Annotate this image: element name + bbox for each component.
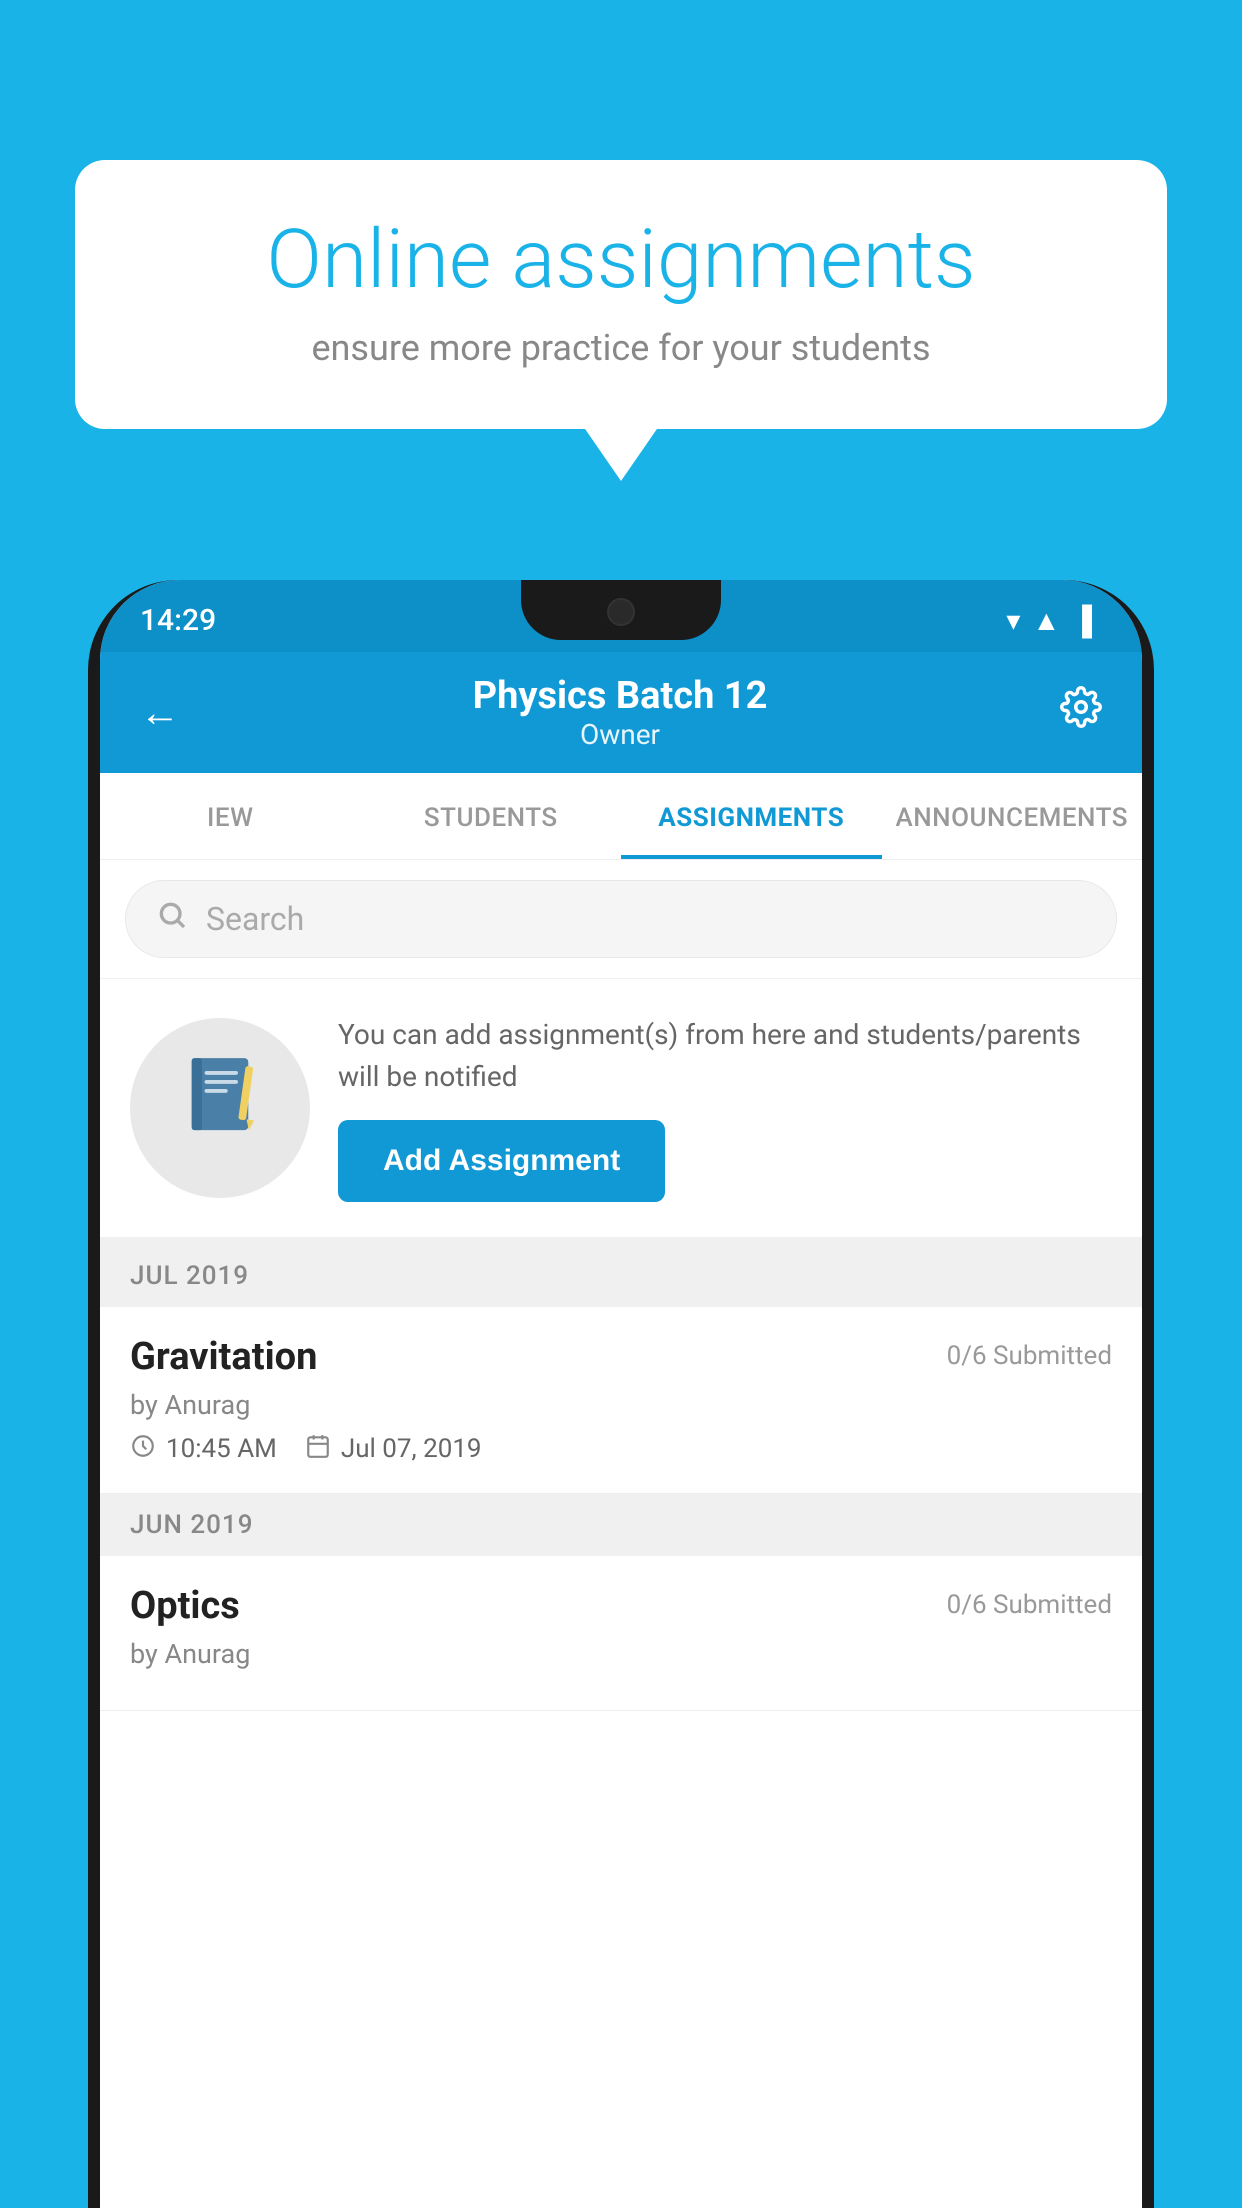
tabs-container: IEW STUDENTS ASSIGNMENTS ANNOUNCEMENTS xyxy=(100,773,1142,860)
assignment-date-value: Jul 07, 2019 xyxy=(341,1434,482,1464)
back-button[interactable]: ← xyxy=(140,689,180,736)
phone-camera xyxy=(607,598,635,626)
assignment-name: Gravitation xyxy=(130,1335,317,1379)
status-icons: ▾ ▲ ▐ xyxy=(1006,604,1092,637)
tab-students[interactable]: STUDENTS xyxy=(361,773,622,859)
search-bar-container: Search xyxy=(100,860,1142,979)
promo-text: You can add assignment(s) from here and … xyxy=(338,1014,1112,1098)
month-header-jun: JUN 2019 xyxy=(100,1494,1142,1556)
battery-icon: ▐ xyxy=(1072,604,1092,637)
assignment-name-optics: Optics xyxy=(130,1584,240,1628)
search-bar[interactable]: Search xyxy=(125,880,1117,958)
assignment-item-gravitation[interactable]: Gravitation 0/6 Submitted by Anurag 10:4… xyxy=(100,1307,1142,1494)
wifi-icon: ▾ xyxy=(1006,604,1020,637)
phone-frame: 14:29 ▾ ▲ ▐ ← Physics Batch 12 Owner xyxy=(88,580,1154,2208)
promo-content: You can add assignment(s) from here and … xyxy=(338,1014,1112,1202)
speech-bubble-container: Online assignments ensure more practice … xyxy=(75,160,1167,429)
header-subtitle: Owner xyxy=(180,718,1060,751)
header-title: Physics Batch 12 xyxy=(180,674,1060,718)
speech-bubble-title: Online assignments xyxy=(145,215,1097,305)
calendar-icon xyxy=(305,1433,331,1465)
assignment-meta: 10:45 AM Jul 07, 2019 xyxy=(130,1433,1112,1465)
assignment-by: by Anurag xyxy=(130,1389,1112,1421)
clock-icon xyxy=(130,1433,156,1465)
assignment-time: 10:45 AM xyxy=(130,1433,277,1465)
tab-assignments[interactable]: ASSIGNMENTS xyxy=(621,773,882,859)
promo-icon-circle xyxy=(130,1018,310,1198)
add-assignment-promo: You can add assignment(s) from here and … xyxy=(100,979,1142,1245)
tab-iew[interactable]: IEW xyxy=(100,773,361,859)
signal-icon: ▲ xyxy=(1032,604,1060,637)
header-title-section: Physics Batch 12 Owner xyxy=(180,674,1060,751)
speech-bubble-subtitle: ensure more practice for your students xyxy=(145,327,1097,369)
assignment-submitted: 0/6 Submitted xyxy=(947,1335,1112,1371)
search-icon xyxy=(156,899,188,939)
assignment-header-row: Gravitation 0/6 Submitted xyxy=(130,1335,1112,1379)
assignment-date: Jul 07, 2019 xyxy=(305,1433,482,1465)
speech-bubble: Online assignments ensure more practice … xyxy=(75,160,1167,429)
phone-notch xyxy=(521,580,721,640)
month-header-jul: JUL 2019 xyxy=(100,1245,1142,1307)
assignment-by-optics: by Anurag xyxy=(130,1638,1112,1670)
search-input[interactable]: Search xyxy=(206,900,304,938)
assignment-header-row-optics: Optics 0/6 Submitted xyxy=(130,1584,1112,1628)
assignment-submitted-optics: 0/6 Submitted xyxy=(947,1584,1112,1620)
assignment-time-value: 10:45 AM xyxy=(166,1434,277,1464)
add-assignment-button[interactable]: Add Assignment xyxy=(338,1120,665,1202)
tab-announcements[interactable]: ANNOUNCEMENTS xyxy=(882,773,1143,859)
phone-screen: 14:29 ▾ ▲ ▐ ← Physics Batch 12 Owner xyxy=(100,580,1142,2208)
settings-button[interactable] xyxy=(1060,686,1102,739)
app-header: ← Physics Batch 12 Owner xyxy=(100,652,1142,773)
assignment-item-optics[interactable]: Optics 0/6 Submitted by Anurag xyxy=(100,1556,1142,1711)
status-time: 14:29 xyxy=(140,603,216,638)
notebook-icon xyxy=(180,1053,260,1163)
